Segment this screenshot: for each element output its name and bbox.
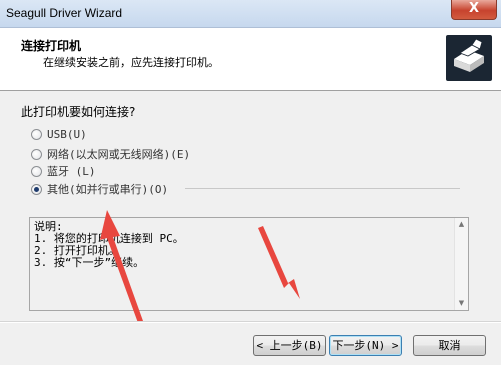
next-button[interactable]: 下一步(N) > <box>329 335 402 356</box>
back-button[interactable]: < 上一步(B) <box>253 335 326 356</box>
footer-divider <box>0 321 501 323</box>
cancel-button[interactable]: 取消 <box>413 335 486 356</box>
annotation-arrows <box>100 210 300 323</box>
